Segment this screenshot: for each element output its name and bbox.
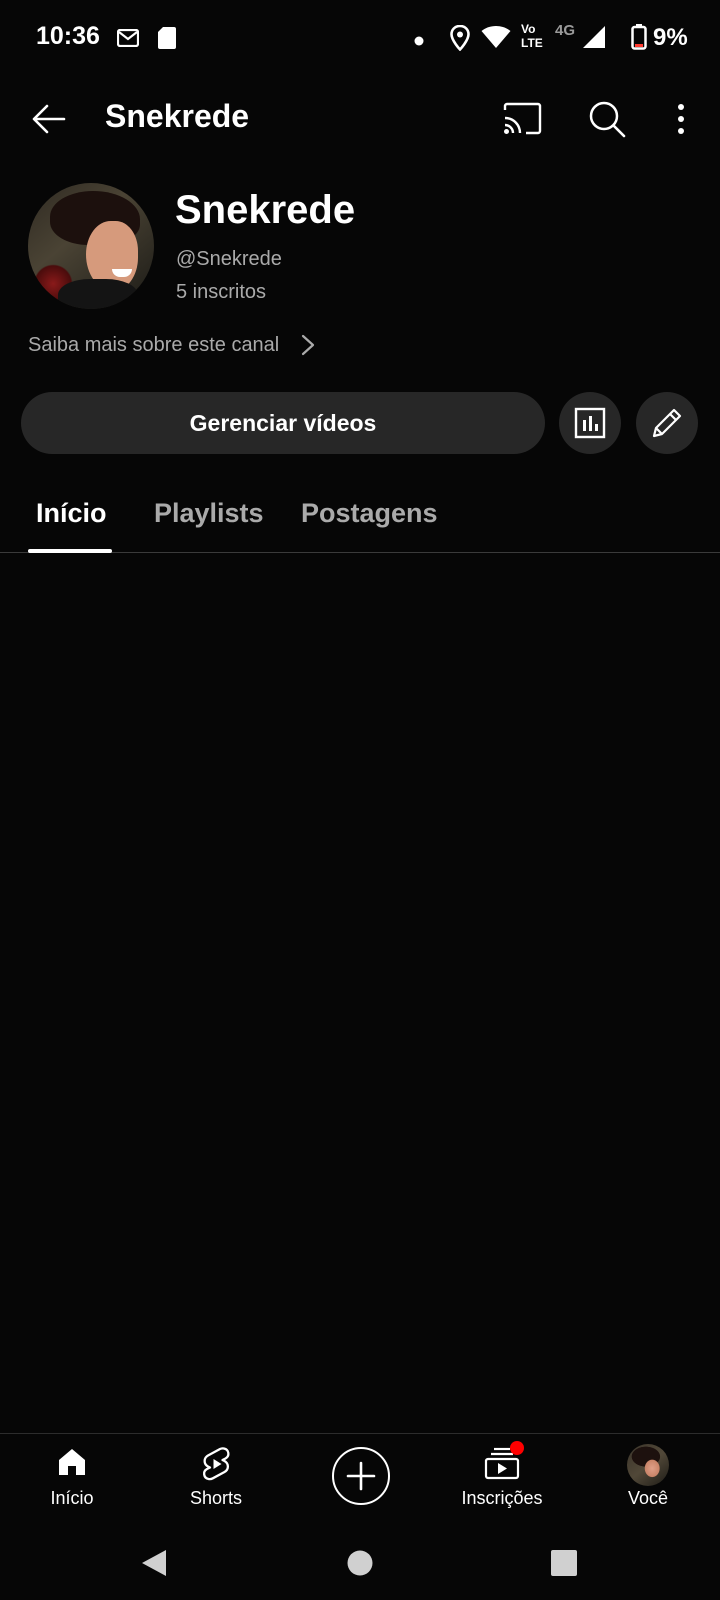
volte-icon: Vo LTE: [521, 22, 547, 52]
about-channel-label: Saiba mais sobre este canal: [28, 333, 280, 356]
status-time: 10:36: [36, 22, 100, 50]
network-type-label: 4G: [555, 22, 576, 39]
nav-shorts[interactable]: Shorts: [156, 1434, 276, 1526]
nav-inicio-label: Início: [50, 1488, 94, 1508]
shorts-icon: [203, 1447, 230, 1481]
search-button[interactable]: [584, 96, 630, 142]
analytics-button[interactable]: [559, 392, 621, 454]
back-button[interactable]: [26, 96, 72, 142]
chevron-right-icon: [302, 334, 315, 356]
active-tab-indicator: [28, 549, 112, 553]
create-button[interactable]: [332, 1447, 390, 1505]
dot-icon: [414, 33, 424, 51]
nav-voce-label: Você: [627, 1488, 669, 1508]
avatar: [627, 1444, 669, 1486]
nav-shorts-label: Shorts: [189, 1488, 243, 1508]
back-arrow-icon: [32, 104, 66, 134]
nav-inicio[interactable]: Início: [12, 1434, 132, 1526]
nav-inscricoes-label: Inscrições: [461, 1488, 543, 1508]
status-bar: 10:36 Vo LTE 4G 9%: [0, 0, 720, 78]
appbar-title: Snekrede: [105, 98, 250, 134]
more-options-button[interactable]: [664, 96, 698, 142]
wifi-icon: [481, 26, 511, 53]
cast-icon: [503, 102, 542, 135]
youtube-channel-screen: 10:36 Vo LTE 4G 9% Snekrede Snekrede @Sn…: [0, 0, 720, 1600]
tab-content-area: [0, 554, 720, 1432]
volte-line-2: LTE: [521, 36, 543, 50]
volte-line-1: Vo: [521, 22, 536, 36]
nav-inscricoes[interactable]: Inscrições: [442, 1434, 562, 1526]
channel-tabs: Início Playlists Postagens: [0, 480, 720, 553]
manage-videos-button[interactable]: Gerenciar vídeos: [21, 392, 545, 454]
battery-percent: 9%: [653, 24, 688, 51]
nav-voce[interactable]: Você: [588, 1434, 708, 1526]
battery-icon: [631, 24, 647, 55]
create-plus-icon: [346, 1461, 376, 1491]
about-channel-link[interactable]: Saiba mais sobre este canal: [28, 330, 315, 360]
back-triangle-icon: [142, 1550, 166, 1576]
tab-postagens[interactable]: Postagens: [301, 498, 438, 529]
more-vert-icon: [678, 104, 684, 134]
signal-icon: [583, 26, 605, 53]
avatar-shirt: [58, 279, 138, 309]
system-navigation-bar: [0, 1525, 720, 1600]
system-recents-button[interactable]: [546, 1545, 582, 1581]
gmail-icon: [116, 28, 140, 52]
search-icon: [589, 101, 626, 138]
channel-name: Snekrede: [175, 188, 356, 232]
location-icon: [450, 24, 470, 56]
edit-channel-button[interactable]: [636, 392, 698, 454]
tab-inicio[interactable]: Início: [36, 498, 107, 529]
recents-square-icon: [551, 1550, 577, 1576]
channel-handle: @Snekrede: [176, 248, 282, 270]
channel-avatar[interactable]: [28, 183, 154, 309]
analytics-icon: [574, 407, 606, 439]
app-bar: Snekrede: [0, 80, 720, 158]
system-back-button[interactable]: [136, 1545, 172, 1581]
tab-playlists[interactable]: Playlists: [154, 498, 264, 529]
sd-card-icon: [158, 27, 176, 54]
manage-videos-label: Gerenciar vídeos: [189, 409, 377, 436]
subscriber-count: 5 inscritos: [176, 281, 267, 303]
cast-button[interactable]: [500, 96, 546, 142]
home-icon: [59, 1449, 85, 1475]
home-circle-icon: [347, 1550, 373, 1576]
edit-pencil-icon: [652, 408, 682, 438]
notification-badge: [510, 1441, 524, 1455]
system-home-button[interactable]: [342, 1545, 378, 1581]
